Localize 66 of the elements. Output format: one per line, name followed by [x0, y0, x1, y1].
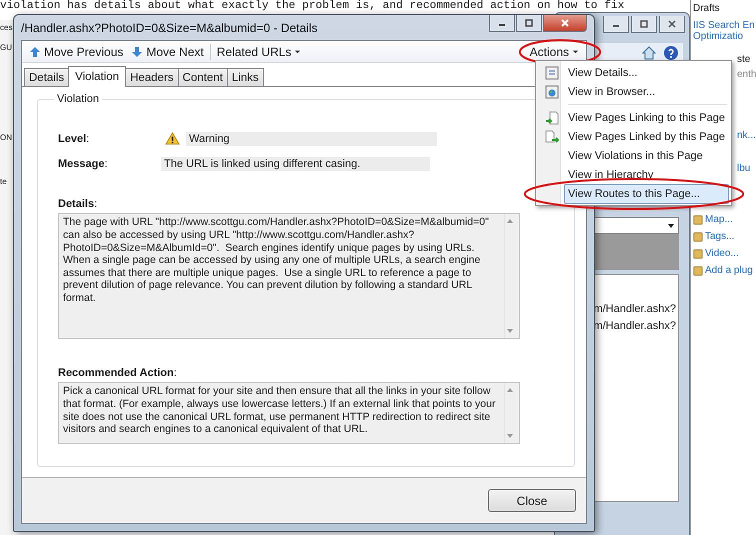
- cut-off-text: lbu: [737, 163, 752, 174]
- cut-off-text: ste: [737, 54, 752, 65]
- caret-icon: [294, 48, 302, 56]
- menu-item[interactable]: View Pages Linking to this Page: [564, 108, 729, 128]
- panel-link[interactable]: Optimizatio: [693, 31, 756, 42]
- panel-link[interactable]: Video...: [705, 248, 739, 259]
- window-title: /Handler.ashx?PhotoID=0&Size=M&albumid=0 - Details: [21, 20, 318, 34]
- message-value: The URL is linked using different casing.: [161, 156, 430, 171]
- recommended-action-text: Pick a canonical URL format for your site and then ensure that all the links in your site follow that format. (For example, always use lowercase letters.) If an external link that points to your site does not use the canonical URL format, use permanent HTTP redirection to redirect site visitors and search engines to a canonical equivalent of that URL.: [62, 384, 496, 438]
- list-row[interactable]: m/Handler.ashx?: [593, 301, 676, 318]
- warning-icon: [165, 132, 180, 146]
- close-button[interactable]: [543, 15, 587, 32]
- tab[interactable]: Content: [178, 68, 228, 86]
- background-text: violation has details about what exactly the problem is, and recommended action on how to fix: [0, 0, 624, 13]
- panel-heading: Drafts: [693, 3, 721, 14]
- panel-link[interactable]: Add a plug: [705, 265, 753, 276]
- panel-link[interactable]: IIS Search En: [693, 20, 756, 31]
- caret-icon: [667, 222, 675, 230]
- page-arrow-icon: [545, 110, 559, 124]
- home-icon[interactable]: [641, 45, 657, 61]
- menu-item[interactable]: View in Browser...: [564, 82, 729, 102]
- cut-off-text: GU: [0, 43, 13, 53]
- cut-off-text: te: [0, 177, 8, 187]
- maximize-button[interactable]: [631, 16, 657, 33]
- menu-item[interactable]: View Violations in this Page: [564, 146, 729, 166]
- close-button[interactable]: [659, 16, 685, 33]
- field-label: Details:: [58, 198, 98, 210]
- minimize-button[interactable]: [603, 16, 629, 33]
- field-label: Message:: [58, 158, 109, 170]
- close-icon: [667, 19, 677, 29]
- tab[interactable]: Violation: [68, 66, 126, 88]
- tab[interactable]: Details: [24, 68, 70, 86]
- maximize-button[interactable]: [516, 15, 542, 32]
- maximize-icon: [639, 19, 649, 29]
- toolbar-button[interactable]: Related URLs: [212, 42, 306, 61]
- details-text: The page with URL "http://www.scottgu.com/Handler.ashx?PhotoID=0&Size=M&albumid=0" can also be accessed by using URL "http://www.scottgu.com/Handler.ashx?PhotoID=0&Size=M&AlbumId=0". Search engines identify unique pages by using URLs. When a single page can be accessed by using any one of multiple URLs, a search engine assumes that there are multiple unique pages. Use a single URL to reference a page to prevent dilution of page relevance. You can prevent dilution by following a standard URL format.: [62, 215, 490, 306]
- close-icon: [560, 18, 570, 28]
- up-arrow-icon: [29, 46, 41, 58]
- close-button[interactable]: Close: [488, 489, 576, 512]
- list-row[interactable]: m/Handler.ashx?: [593, 318, 676, 335]
- minimize-button[interactable]: [489, 15, 515, 32]
- browser-window-icon: [545, 84, 559, 98]
- panel-link[interactable]: Tags...: [705, 231, 734, 242]
- menu-item[interactable]: View Routes to this Page...: [564, 184, 729, 204]
- field-label: Recommended Action:: [58, 367, 178, 380]
- tab[interactable]: Links: [226, 68, 264, 86]
- document-icon: [545, 66, 559, 80]
- caret-icon: [572, 48, 579, 56]
- menu-item[interactable]: View Pages Linked by this Page: [564, 126, 729, 146]
- cut-off-text: nk...: [737, 130, 756, 141]
- toolbar-button[interactable]: Move Previous: [25, 42, 128, 61]
- page-arrow-icon: [545, 130, 559, 144]
- menu-item[interactable]: View in Hierarchy: [564, 164, 729, 184]
- menu-item[interactable]: View Details...: [564, 62, 729, 82]
- cut-off-text: ON: [0, 133, 13, 143]
- group-title: Violation: [56, 93, 100, 106]
- cut-off-text: enth: [737, 69, 756, 80]
- maximize-icon: [524, 18, 534, 28]
- panel-link[interactable]: Map...: [705, 214, 733, 225]
- field-label: Level:: [58, 132, 90, 145]
- toolbar-button[interactable]: Move Next: [127, 42, 208, 61]
- cut-off-text: ces: [0, 23, 13, 33]
- tab[interactable]: Headers: [125, 68, 179, 86]
- down-arrow-icon: [131, 46, 144, 58]
- level-value: Warning: [186, 132, 437, 146]
- help-icon[interactable]: [663, 45, 679, 61]
